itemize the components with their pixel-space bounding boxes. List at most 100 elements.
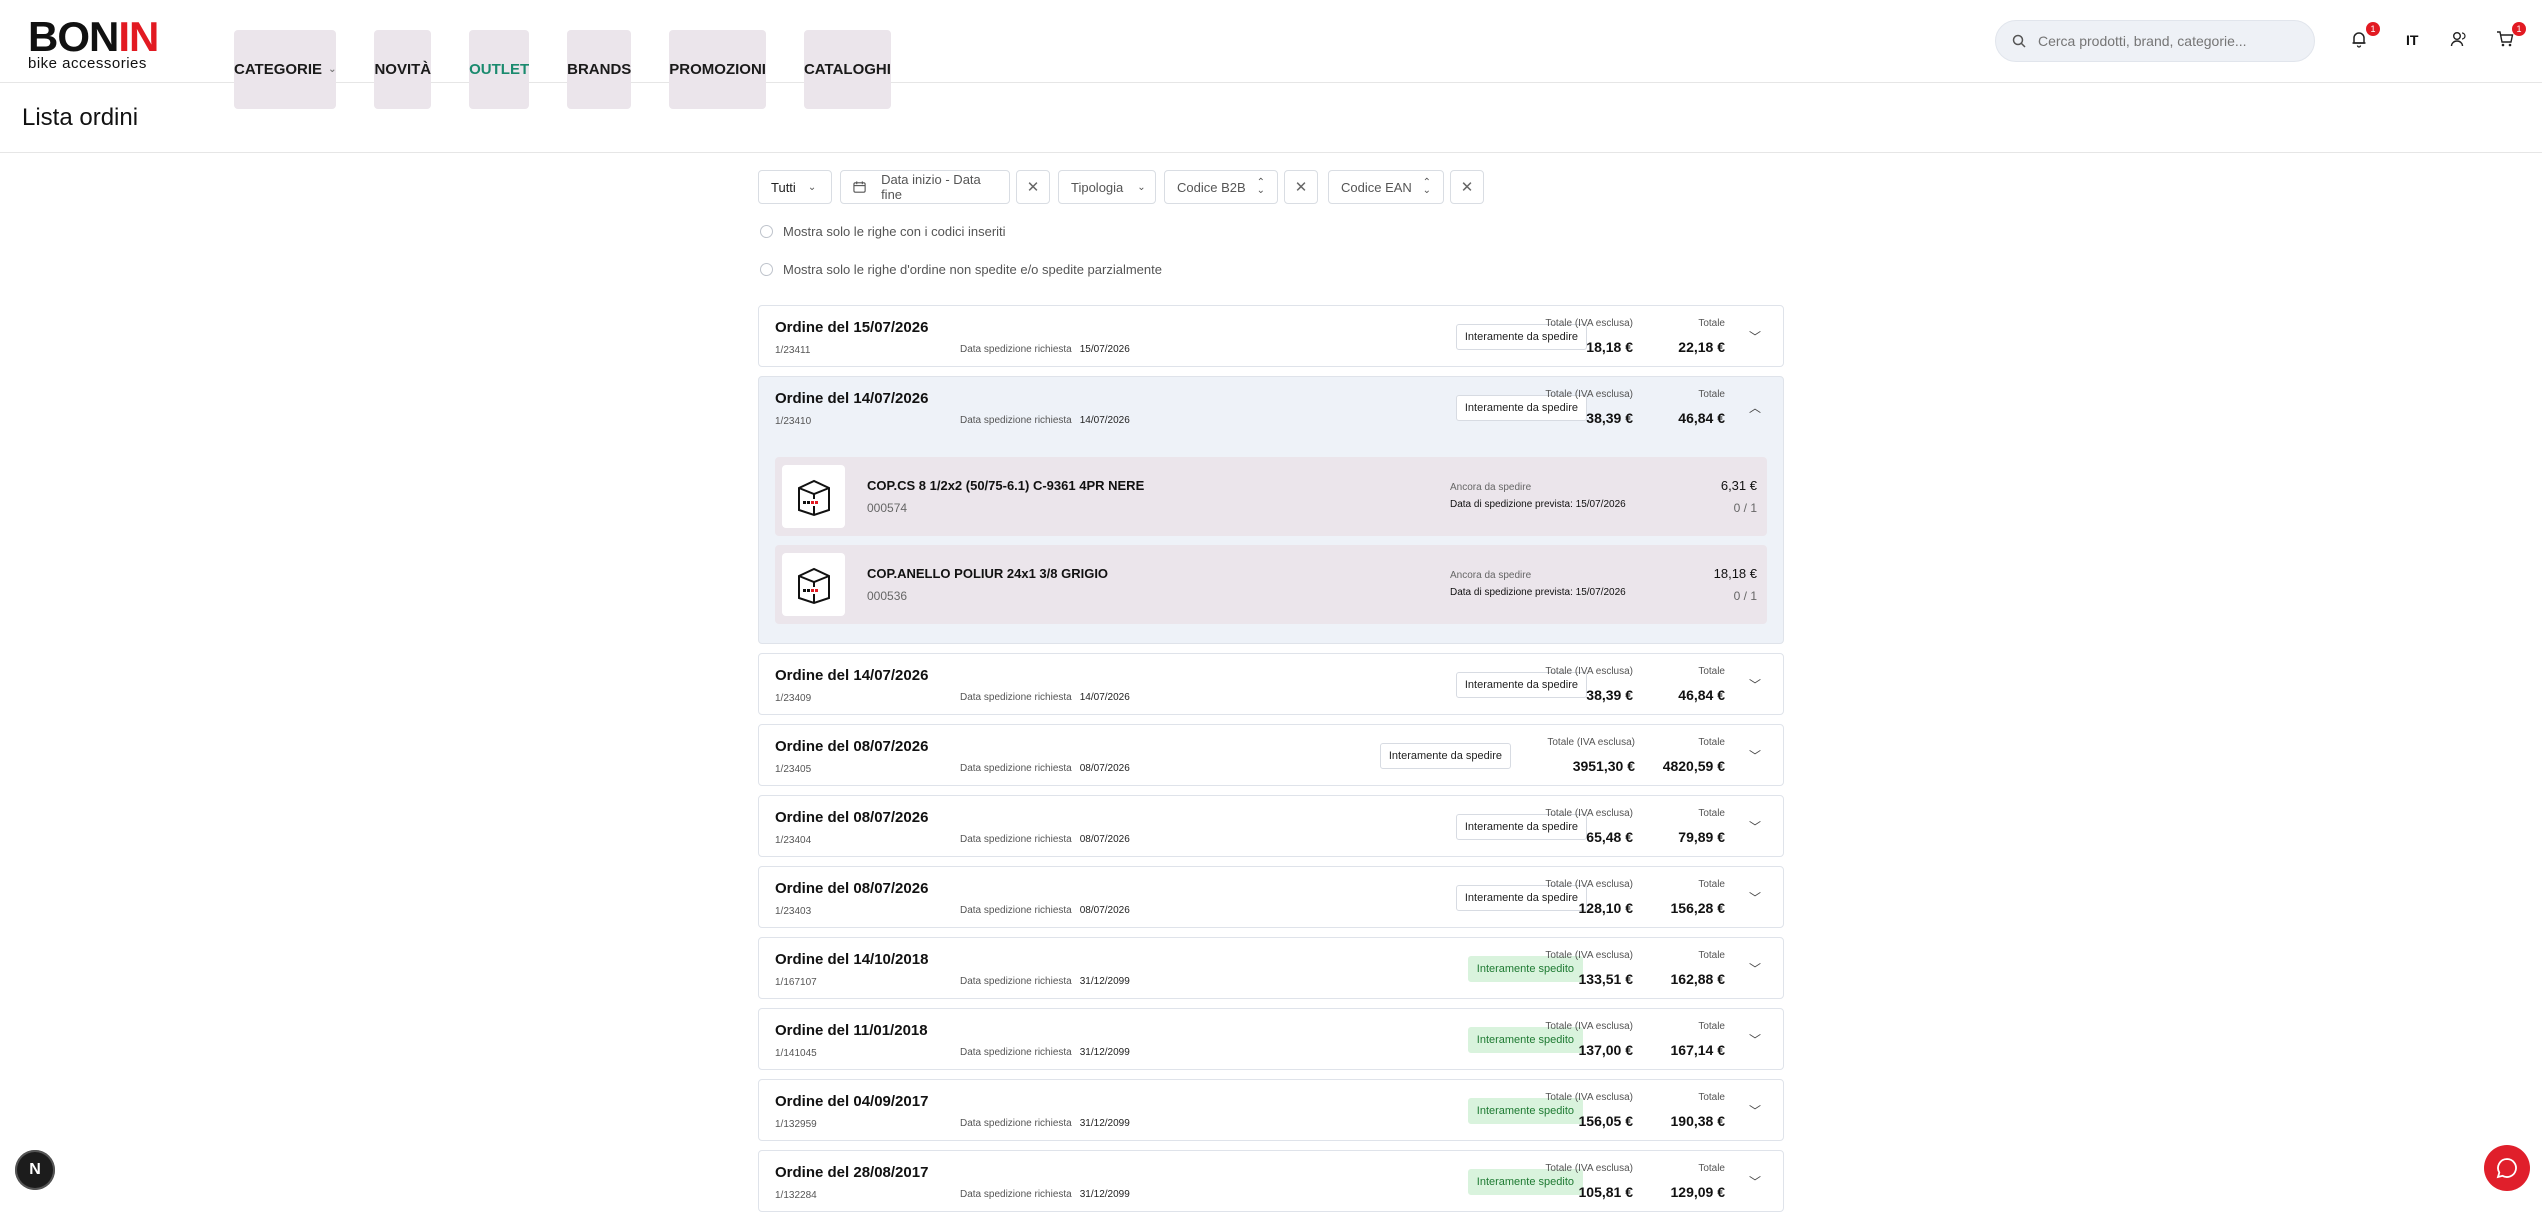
order-card: Ordine del 14/10/2018 1/167107 Data sped… (758, 937, 1784, 999)
title-bar: Lista ordini (0, 82, 2542, 153)
still-to-ship-label: Ancora da spedire (1450, 482, 1532, 493)
order-header[interactable]: Ordine del 08/07/2026 1/23403 Data spedi… (759, 867, 1783, 927)
search-input[interactable] (2036, 32, 2300, 50)
order-header[interactable]: Ordine del 14/07/2026 1/23410 Data spedi… (759, 377, 1783, 437)
order-title: Ordine del 11/01/2018 (775, 1022, 928, 1039)
expected-date: Data di spedizione prevista: 15/07/2026 (1450, 587, 1626, 598)
total-ex-vat-value: 105,81 € (1578, 1184, 1634, 1200)
user-icon (2450, 32, 2466, 47)
check-show-unshipped[interactable]: Mostra solo le righe d'ordine non spedit… (760, 262, 1162, 277)
calendar-icon (853, 181, 866, 193)
n-floating-button[interactable]: N (15, 1150, 55, 1190)
chevron-down-icon[interactable]: ﹀ (1749, 1031, 1761, 1048)
chevron-down-icon[interactable]: ﹀ (1749, 960, 1761, 977)
chat-button[interactable] (2484, 1145, 2530, 1191)
order-header[interactable]: Ordine del 14/10/2018 1/167107 Data sped… (759, 938, 1783, 998)
total-ex-vat-value: 133,51 € (1578, 971, 1634, 987)
order-requested-date: Data spedizione richiesta 14/07/2026 (960, 415, 1130, 426)
order-requested-date: Data spedizione richiesta 08/07/2026 (960, 834, 1130, 845)
total-ex-vat-label: Totale (IVA esclusa) (1545, 950, 1633, 961)
bonin-logo[interactable]: BONIN bike accessories (28, 16, 198, 72)
order-requested-date: Data spedizione richiesta 08/07/2026 (960, 763, 1130, 774)
product-thumbnail[interactable] (782, 465, 845, 528)
order-requested-date: Data spedizione richiesta 31/12/2099 (960, 1118, 1130, 1129)
item-price: 18,18 € (1713, 566, 1757, 581)
b2b-code-input[interactable]: Codice B2B ⌃ ⌄ (1164, 170, 1278, 204)
chevron-down-icon[interactable]: ﹀ (1749, 1102, 1761, 1119)
total-ex-vat-label: Totale (IVA esclusa) (1545, 1163, 1633, 1174)
order-title: Ordine del 14/10/2018 (775, 951, 929, 968)
status-badge: Interamente da spedire (1379, 743, 1511, 769)
sort-icon: ⌃ ⌄ (1422, 177, 1431, 196)
total-ex-vat-value: 38,39 € (1586, 410, 1633, 426)
status-filter-select[interactable]: Tutti ⌄ (758, 170, 832, 204)
order-card: Ordine del 08/07/2026 1/23403 Data spedi… (758, 866, 1784, 928)
order-card: Ordine del 14/07/2026 1/23409 Data spedi… (758, 653, 1784, 715)
product-thumbnail[interactable] (782, 553, 845, 616)
order-title: Ordine del 14/07/2026 (775, 390, 929, 407)
order-number: 1/23403 (775, 906, 812, 917)
order-requested-date: Data spedizione richiesta 15/07/2026 (960, 344, 1130, 355)
type-filter-select[interactable]: Tipologia ⌄ (1058, 170, 1156, 204)
expected-date: Data di spedizione prevista: 15/07/2026 (1450, 499, 1626, 510)
chevron-up-icon[interactable]: ︿ (1749, 399, 1761, 416)
chevron-down-icon[interactable]: ﹀ (1749, 676, 1761, 693)
language-selector[interactable]: IT (2406, 32, 2418, 48)
total-ex-vat-label: Totale (IVA esclusa) (1547, 737, 1635, 748)
order-item-row: COP.CS 8 1/2x2 (50/75-6.1) C-9361 4PR NE… (775, 457, 1767, 536)
clear-ean-button[interactable]: ✕ (1450, 170, 1484, 204)
order-requested-date: Data spedizione richiesta 08/07/2026 (960, 905, 1130, 916)
chat-icon (2496, 1158, 2517, 1179)
ean-code-input[interactable]: Codice EAN ⌃ ⌄ (1328, 170, 1444, 204)
order-item-row: COP.ANELLO POLIUR 24x1 3/8 GRIGIO 000536… (775, 545, 1767, 624)
total-label: Totale (1698, 1163, 1725, 1174)
logo-subtitle: bike accessories (28, 55, 147, 72)
order-header[interactable]: Ordine del 14/07/2026 1/23409 Data spedi… (759, 654, 1783, 714)
order-number: 1/132959 (775, 1119, 817, 1130)
order-number: 1/141045 (775, 1048, 817, 1059)
total-value: 22,18 € (1678, 339, 1725, 355)
clear-date-button[interactable]: ✕ (1016, 170, 1050, 204)
order-number: 1/167107 (775, 977, 817, 988)
total-value: 156,28 € (1670, 900, 1726, 916)
order-header[interactable]: Ordine del 28/08/2017 1/132284 Data sped… (759, 1151, 1783, 1211)
total-ex-vat-label: Totale (IVA esclusa) (1545, 1021, 1633, 1032)
notifications-button[interactable]: 1 (2350, 22, 2380, 52)
account-button[interactable] (2450, 30, 2472, 52)
order-header[interactable]: Ordine del 08/07/2026 1/23405 Data spedi… (759, 725, 1783, 785)
chevron-down-icon: ⌄ (1137, 181, 1146, 193)
total-label: Totale (1698, 1021, 1725, 1032)
clear-b2b-button[interactable]: ✕ (1284, 170, 1318, 204)
order-card: Ordine del 11/01/2018 1/141045 Data sped… (758, 1008, 1784, 1070)
order-card: Ordine del 28/08/2017 1/132284 Data sped… (758, 1150, 1784, 1212)
order-header[interactable]: Ordine del 04/09/2017 1/132959 Data sped… (759, 1080, 1783, 1140)
chevron-down-icon[interactable]: ﹀ (1749, 1173, 1761, 1190)
chevron-down-icon[interactable]: ﹀ (1749, 747, 1761, 764)
search-bar (1995, 20, 2315, 62)
chevron-down-icon[interactable]: ﹀ (1749, 328, 1761, 345)
order-number: 1/23405 (775, 764, 812, 775)
product-box-icon (797, 479, 830, 516)
order-number: 1/23404 (775, 835, 812, 846)
total-ex-vat-value: 128,10 € (1578, 900, 1634, 916)
date-range-picker[interactable]: Data inizio - Data fine (840, 170, 1010, 204)
chevron-down-icon[interactable]: ﹀ (1749, 818, 1761, 835)
order-requested-date: Data spedizione richiesta 14/07/2026 (960, 692, 1130, 703)
order-number: 1/23411 (775, 345, 811, 356)
checkbox[interactable] (760, 263, 773, 276)
item-quantity: 0 / 1 (1733, 501, 1757, 515)
order-header[interactable]: Ordine del 11/01/2018 1/141045 Data sped… (759, 1009, 1783, 1069)
chevron-down-icon: ⌄ (807, 181, 817, 193)
chevron-down-icon[interactable]: ﹀ (1749, 889, 1761, 906)
checkbox[interactable] (760, 225, 773, 238)
logo-text-b: IN (118, 13, 159, 60)
total-ex-vat-label: Totale (IVA esclusa) (1545, 879, 1633, 890)
order-title: Ordine del 08/07/2026 (775, 738, 929, 755)
cart-button[interactable]: 1 (2496, 22, 2526, 52)
order-header[interactable]: Ordine del 15/07/2026 1/23411 Data spedi… (759, 306, 1783, 366)
check-show-with-codes[interactable]: Mostra solo le righe con i codici inseri… (760, 224, 1006, 239)
product-box-icon (797, 567, 830, 604)
order-header[interactable]: Ordine del 08/07/2026 1/23404 Data spedi… (759, 796, 1783, 856)
order-card: Ordine del 15/07/2026 1/23411 Data spedi… (758, 305, 1784, 367)
total-ex-vat-value: 65,48 € (1586, 829, 1633, 845)
